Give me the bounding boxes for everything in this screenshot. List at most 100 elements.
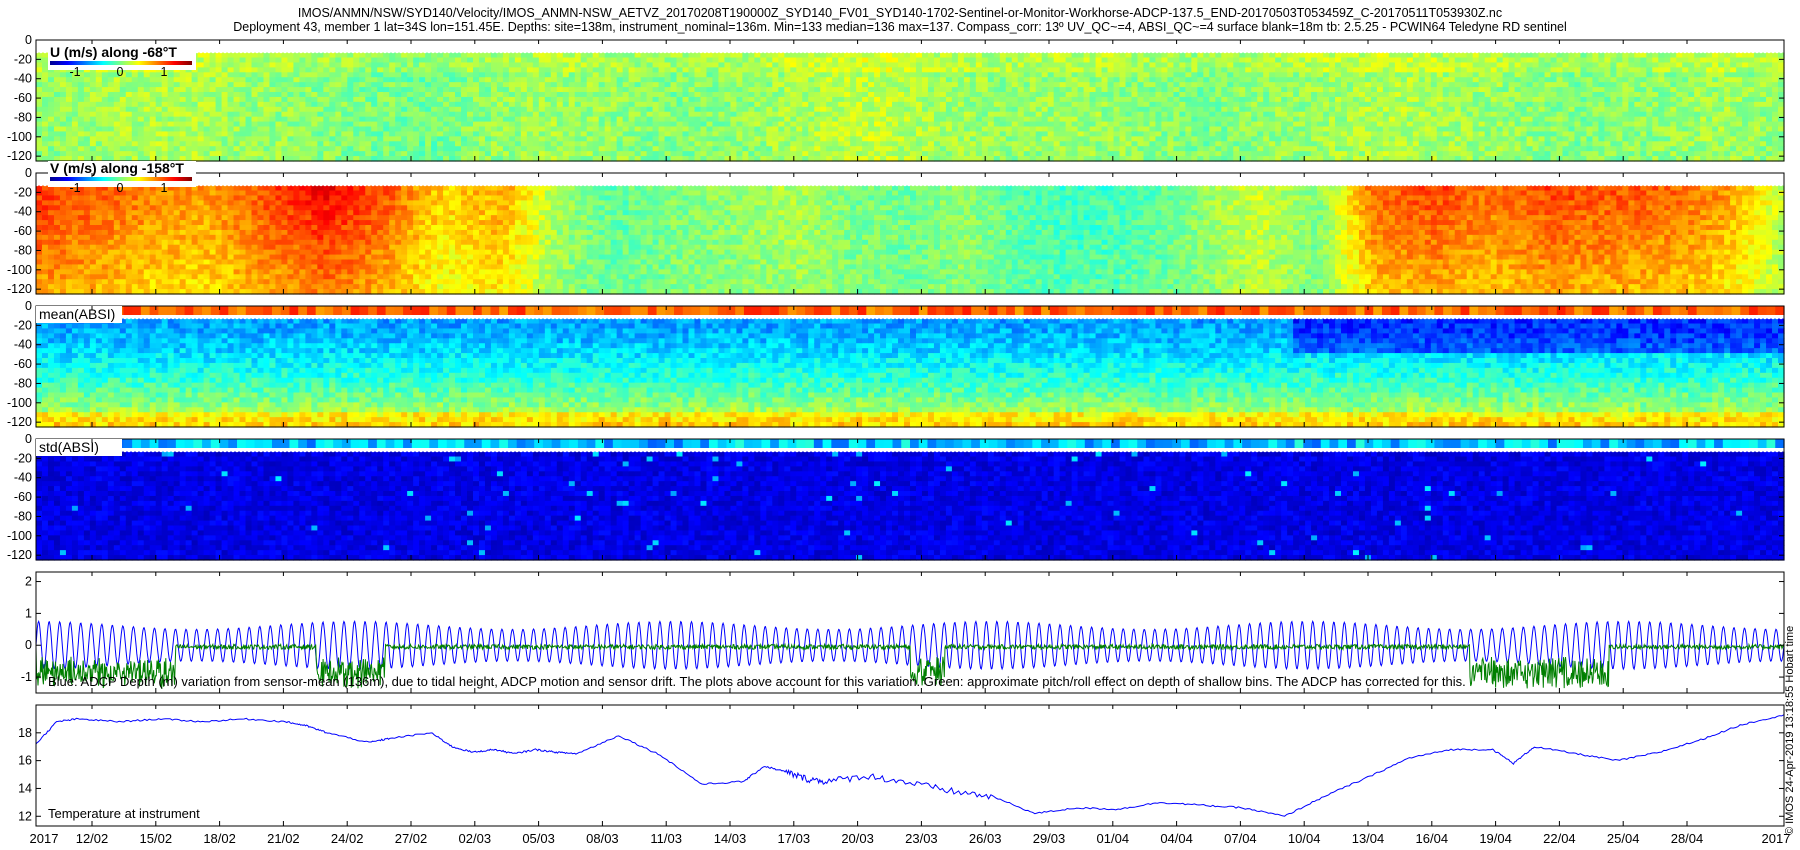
u-velocity-cell	[886, 72, 893, 78]
u-velocity-cell	[347, 67, 354, 73]
u-velocity-cell	[754, 102, 761, 108]
u-velocity-cell	[1167, 97, 1174, 103]
u-velocity-cell	[96, 127, 103, 133]
u-velocity-cell	[246, 77, 253, 83]
u-velocity-cell	[473, 131, 480, 137]
u-velocity-cell	[982, 87, 989, 93]
u-velocity-cell	[1042, 122, 1049, 128]
u-velocity-cell	[832, 146, 839, 152]
u-velocity-cell	[605, 107, 612, 113]
u-velocity-cell	[539, 122, 546, 128]
u-velocity-cell	[832, 92, 839, 98]
u-velocity-cell	[647, 141, 654, 147]
u-velocity-cell	[90, 82, 97, 88]
u-velocity-cell	[1275, 112, 1282, 118]
u-velocity-cell	[234, 72, 241, 78]
u-velocity-cell	[868, 146, 875, 152]
u-velocity-cell	[964, 136, 971, 142]
u-velocity-cell	[323, 58, 330, 64]
u-velocity-cell	[341, 77, 348, 83]
u-velocity-cell	[754, 127, 761, 133]
u-velocity-cell	[311, 102, 318, 108]
u-velocity-cell	[1120, 53, 1127, 59]
u-velocity-cell	[1120, 62, 1127, 68]
u-velocity-cell	[671, 87, 678, 93]
u-velocity-cell	[168, 122, 175, 128]
u-velocity-cell	[976, 122, 983, 128]
u-velocity-cell	[407, 141, 414, 147]
u-velocity-cell	[1102, 87, 1109, 93]
u-velocity-cell	[982, 72, 989, 78]
u-velocity-cell	[856, 127, 863, 133]
u-velocity-cell	[1143, 127, 1150, 133]
u-velocity-cell	[599, 141, 606, 147]
u-velocity-cell	[1233, 87, 1240, 93]
u-velocity-cell	[198, 92, 205, 98]
u-velocity-cell	[958, 87, 965, 93]
u-velocity-cell	[335, 87, 342, 93]
u-velocity-cell	[252, 77, 259, 83]
u-velocity-cell	[353, 151, 360, 157]
u-velocity-cell	[204, 62, 211, 68]
u-velocity-cell	[1263, 102, 1270, 108]
u-velocity-cell	[1203, 136, 1210, 142]
u-velocity-cell	[599, 136, 606, 142]
u-velocity-cell	[635, 146, 642, 152]
u-velocity-cell	[724, 122, 731, 128]
u-velocity-cell	[760, 67, 767, 73]
u-velocity-cell	[671, 53, 678, 59]
u-velocity-cell	[539, 58, 546, 64]
u-velocity-cell	[1155, 146, 1162, 152]
u-velocity-cell	[838, 112, 845, 118]
u-velocity-cell	[629, 62, 636, 68]
u-velocity-cell	[988, 82, 995, 88]
u-velocity-cell	[1096, 92, 1103, 98]
u-velocity-cell	[1287, 58, 1294, 64]
u-velocity-cell	[269, 107, 276, 113]
u-velocity-cell	[1305, 122, 1312, 128]
u-velocity-cell	[180, 117, 187, 123]
u-velocity-cell	[228, 97, 235, 103]
u-velocity-cell	[766, 82, 773, 88]
u-velocity-cell	[1215, 127, 1222, 133]
u-velocity-cell	[808, 131, 815, 137]
u-velocity-cell	[503, 146, 510, 152]
u-velocity-cell	[599, 127, 606, 133]
u-velocity-cell	[976, 146, 983, 152]
u-velocity-cell	[401, 151, 408, 157]
u-velocity-cell	[299, 87, 306, 93]
u-velocity-cell	[126, 97, 133, 103]
u-velocity-cell	[287, 77, 294, 83]
u-velocity-cell	[1131, 58, 1138, 64]
u-velocity-cell	[174, 72, 181, 78]
u-velocity-cell	[1036, 77, 1043, 83]
u-velocity-cell	[287, 112, 294, 118]
u-velocity-cell	[832, 141, 839, 147]
u-velocity-cell	[455, 53, 462, 59]
u-velocity-cell	[497, 62, 504, 68]
u-velocity-cell	[970, 151, 977, 157]
u-velocity-cell	[581, 122, 588, 128]
u-velocity-cell	[1102, 141, 1109, 147]
u-velocity-cell	[796, 87, 803, 93]
u-velocity-cell	[1197, 107, 1204, 113]
u-velocity-cell	[1084, 112, 1091, 118]
u-velocity-cell	[689, 67, 696, 73]
u-velocity-cell	[784, 77, 791, 83]
u-velocity-cell	[1287, 92, 1294, 98]
u-velocity-cell	[222, 131, 229, 137]
u-velocity-cell	[928, 131, 935, 137]
u-velocity-cell	[539, 136, 546, 142]
u-velocity-cell	[1335, 127, 1342, 133]
u-velocity-cell	[317, 127, 324, 133]
u-velocity-cell	[718, 77, 725, 83]
u-velocity-cell	[880, 92, 887, 98]
u-velocity-cell	[293, 53, 300, 59]
u-velocity-cell	[455, 58, 462, 64]
u-velocity-cell	[982, 131, 989, 137]
u-velocity-cell	[269, 97, 276, 103]
u-velocity-cell	[587, 131, 594, 137]
u-velocity-cell	[48, 107, 55, 113]
u-velocity-cell	[521, 62, 528, 68]
u-velocity-cell	[724, 72, 731, 78]
